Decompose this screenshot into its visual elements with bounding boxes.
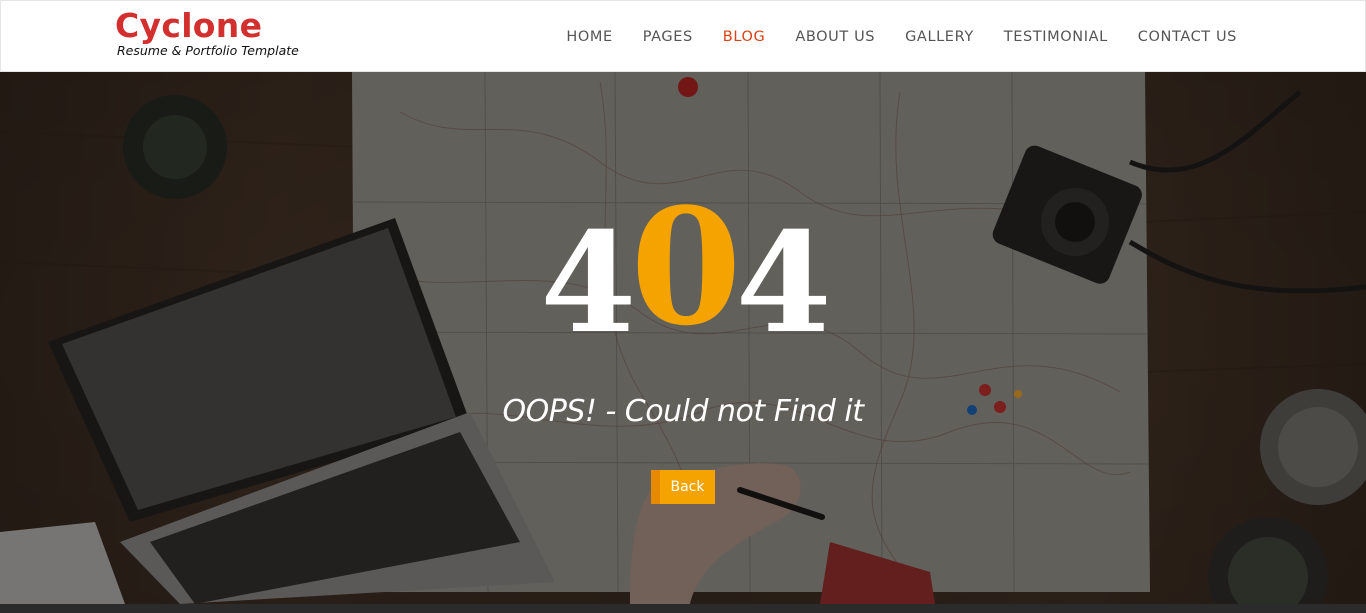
page-bottom-bar: [0, 604, 1366, 613]
logo-title: Cyclone: [115, 6, 263, 45]
error-message: OOPS! - Could not Find it: [502, 394, 864, 429]
hero-section: 404 OOPS! - Could not Find it Back: [0, 72, 1366, 604]
nav-about-us[interactable]: ABOUT US: [795, 27, 875, 47]
error-content: 404 OOPS! - Could not Find it Back: [0, 72, 1366, 604]
back-button[interactable]: Back: [651, 470, 715, 504]
error-digit-3: 4: [735, 201, 832, 364]
error-code: 404: [0, 187, 1366, 364]
nav-pages[interactable]: PAGES: [643, 27, 693, 47]
nav-testimonial[interactable]: TESTIMONIAL: [1004, 27, 1108, 47]
nav-home[interactable]: HOME: [566, 27, 612, 47]
logo-tagline: Resume & Portfolio Template: [117, 43, 299, 58]
error-digit-2: 0: [630, 173, 741, 361]
site-logo[interactable]: Cyclone Resume & Portfolio Template: [115, 8, 299, 58]
nav-contact-us[interactable]: CONTACT US: [1138, 27, 1237, 47]
nav-gallery[interactable]: GALLERY: [905, 27, 974, 47]
main-nav: HOME PAGES BLOG ABOUT US GALLERY TESTIMO…: [536, 27, 1237, 47]
error-digit-1: 4: [540, 201, 636, 364]
nav-blog[interactable]: BLOG: [723, 27, 766, 47]
site-header: Cyclone Resume & Portfolio Template HOME…: [0, 0, 1366, 72]
